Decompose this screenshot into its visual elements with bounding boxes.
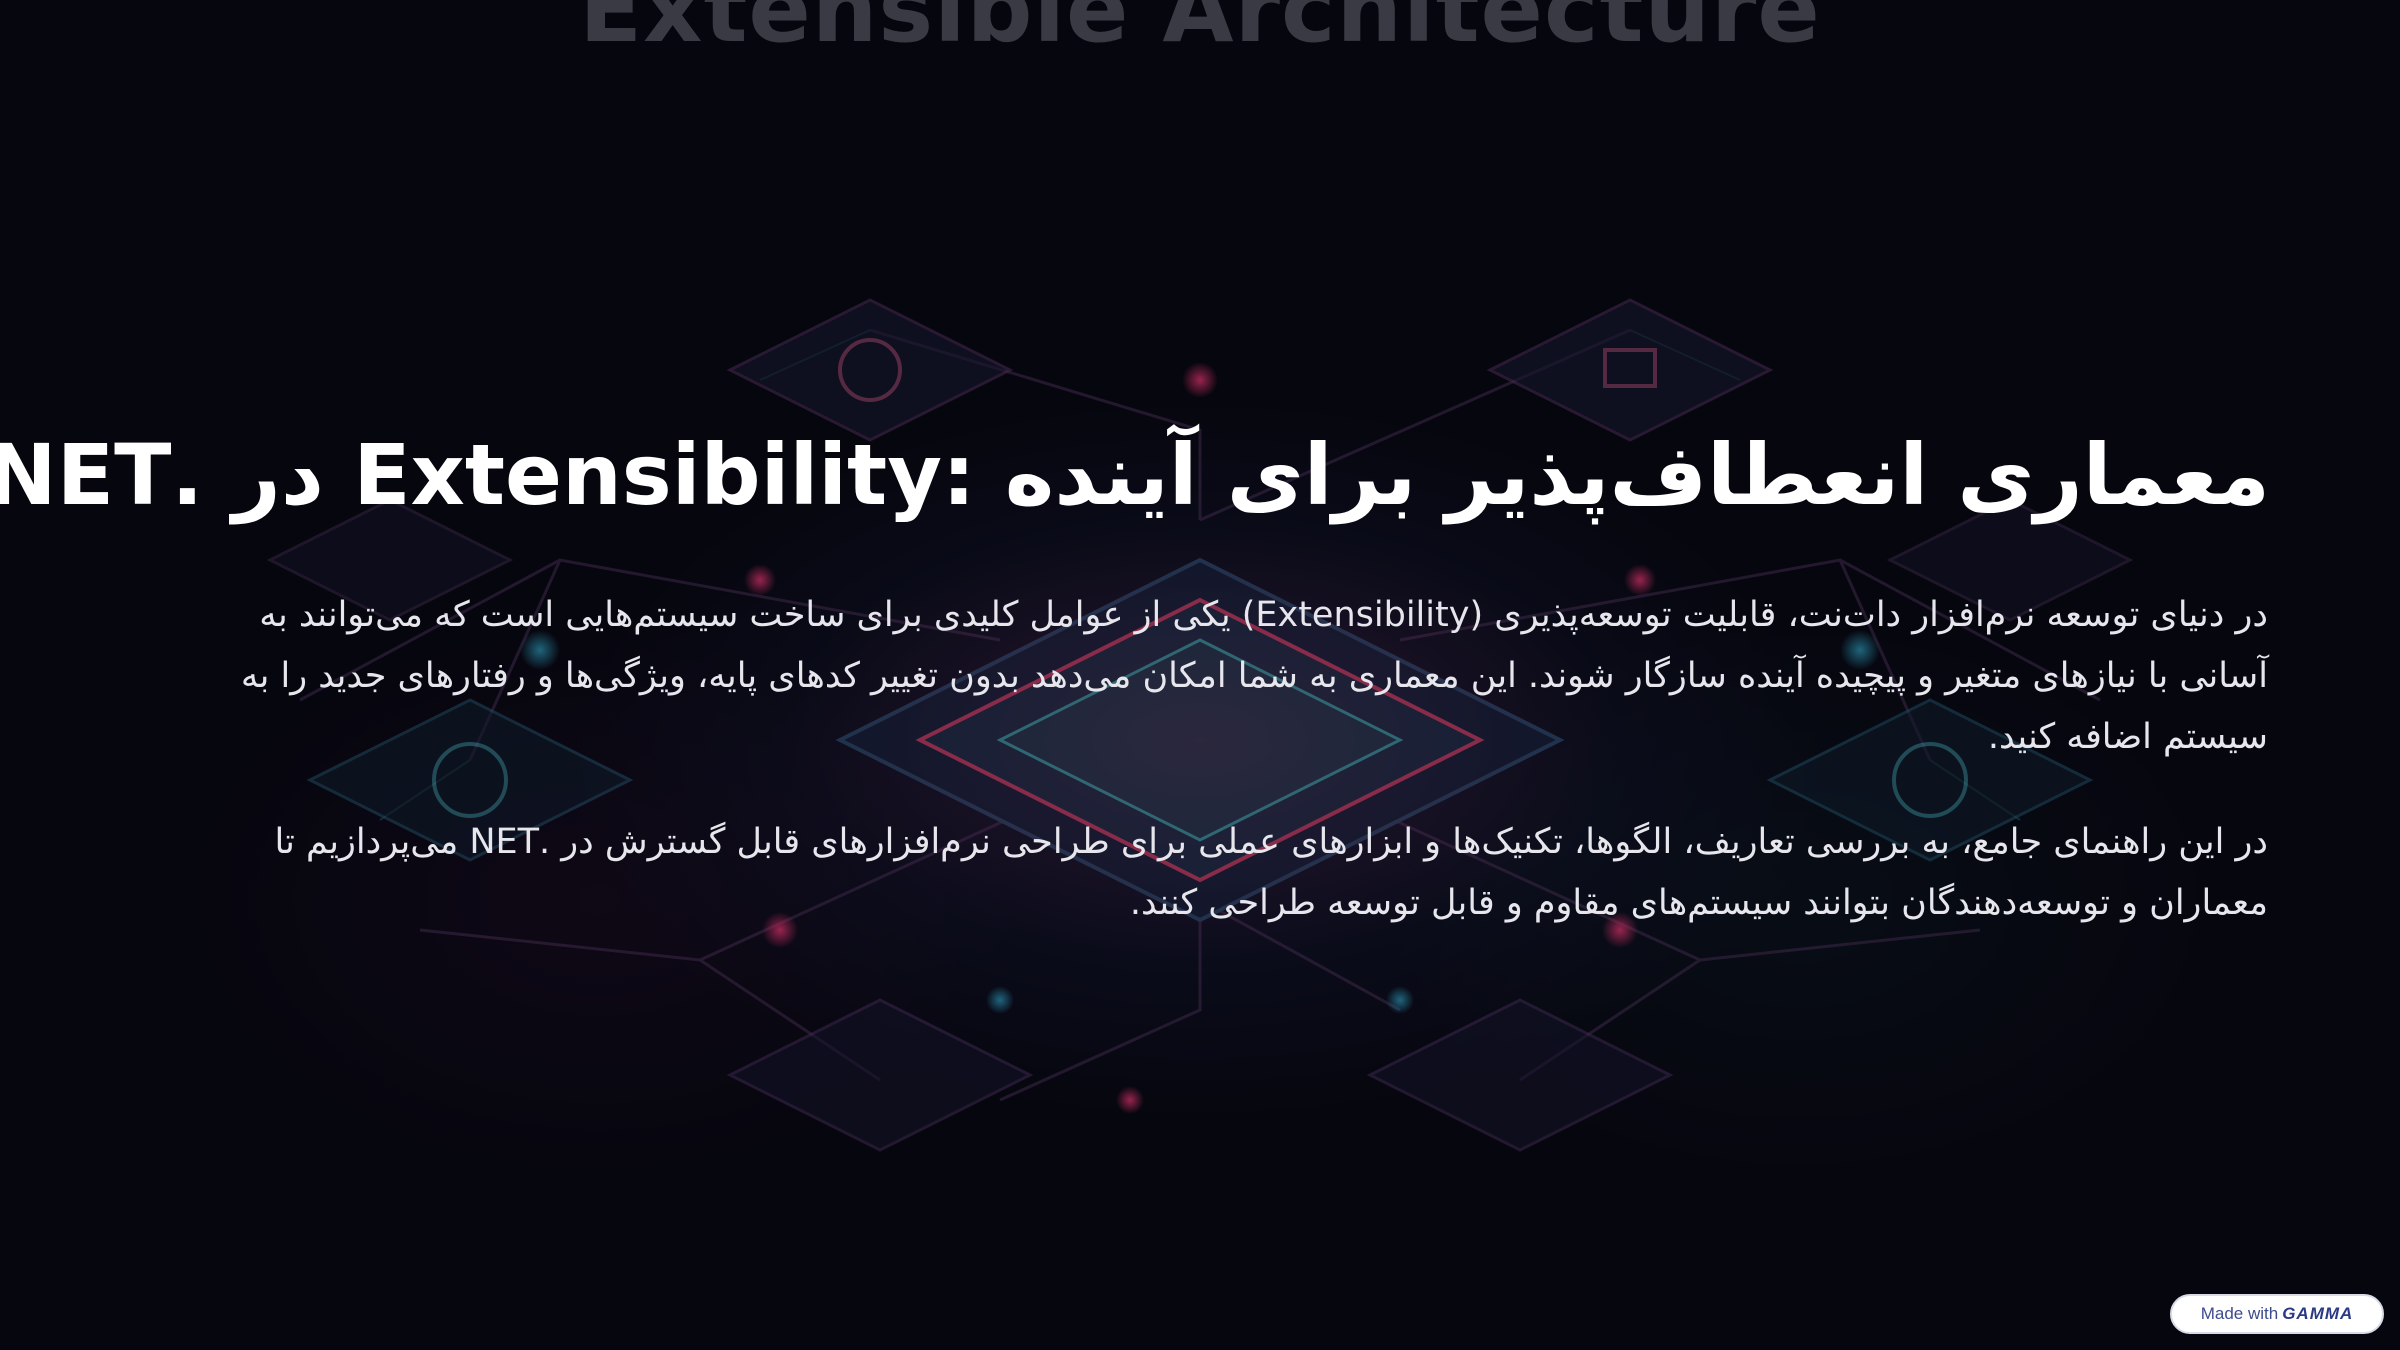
intro-paragraph: در دنیای توسعه نرم‌افزار دات‌نت، قابلیت … (240, 595, 2268, 757)
made-with-gamma-badge[interactable]: Made with GAMMA (2170, 1294, 2384, 1334)
guide-paragraph: در این راهنمای جامع، به بررسی تعاریف، ال… (274, 822, 2268, 923)
gamma-logo-text: GAMMA (2282, 1304, 2354, 1323)
slide: Extensible Architecture معماری انعطاف‌پذ… (0, 0, 2400, 1350)
slide-title: معماری انعطاف‌پذیر برای آینده :Extensibi… (0, 426, 2270, 524)
badge-prefix: Made with (2200, 1304, 2279, 1323)
ghost-heading: Extensible Architecture (579, 0, 1821, 63)
